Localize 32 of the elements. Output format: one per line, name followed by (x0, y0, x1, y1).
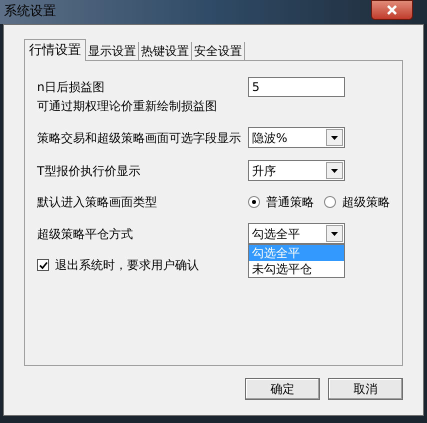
caret-icon (331, 168, 338, 172)
checkbox-option[interactable]: 退出系统时，要求用户确认 (37, 256, 199, 274)
radio-button[interactable] (248, 196, 260, 208)
window-title: 系统设置 (4, 3, 56, 22)
caret-icon (331, 232, 338, 236)
dialog-button[interactable]: 取消 (328, 378, 403, 400)
dialog-button[interactable]: 确定 (245, 378, 320, 400)
dropdown-button[interactable] (326, 129, 343, 146)
setting-label: 策略交易和超级策略画面可选字段显示 (37, 130, 242, 146)
setting-label: 超级策略平仓方式 (37, 226, 134, 242)
tab[interactable]: 行情设置 (24, 39, 86, 61)
caret-icon (331, 136, 338, 140)
setting-label: 默认进入策略画面类型 (37, 194, 158, 211)
radio-option[interactable]: 普通策略 (248, 193, 314, 211)
dropdown-field[interactable]: 隐波% (248, 127, 345, 148)
tab[interactable]: 安全设置 (192, 42, 245, 60)
checkbox[interactable] (37, 259, 49, 271)
dropdown-field[interactable]: 升序 (248, 160, 345, 181)
dropdown-field[interactable]: 勾选全平 (248, 223, 345, 244)
setting-label: n日后损益图 (37, 79, 106, 96)
radio-option[interactable]: 超级策略 (324, 193, 390, 211)
radio-button[interactable] (324, 196, 336, 208)
dropdown-button[interactable] (326, 162, 343, 179)
close-icon (387, 5, 397, 15)
dropdown-option[interactable]: 未勾选平仓 (249, 261, 344, 277)
setting-label: T型报价执行价显示 (37, 162, 142, 180)
setting-note: 可通过期权理论价重新绘制损益图 (37, 98, 218, 115)
close-button[interactable] (371, 0, 413, 20)
tab[interactable]: 热键设置 (139, 42, 192, 60)
tab[interactable]: 显示设置 (86, 42, 139, 60)
input-field[interactable]: 5 (248, 77, 345, 97)
dropdown-button[interactable] (326, 225, 343, 242)
